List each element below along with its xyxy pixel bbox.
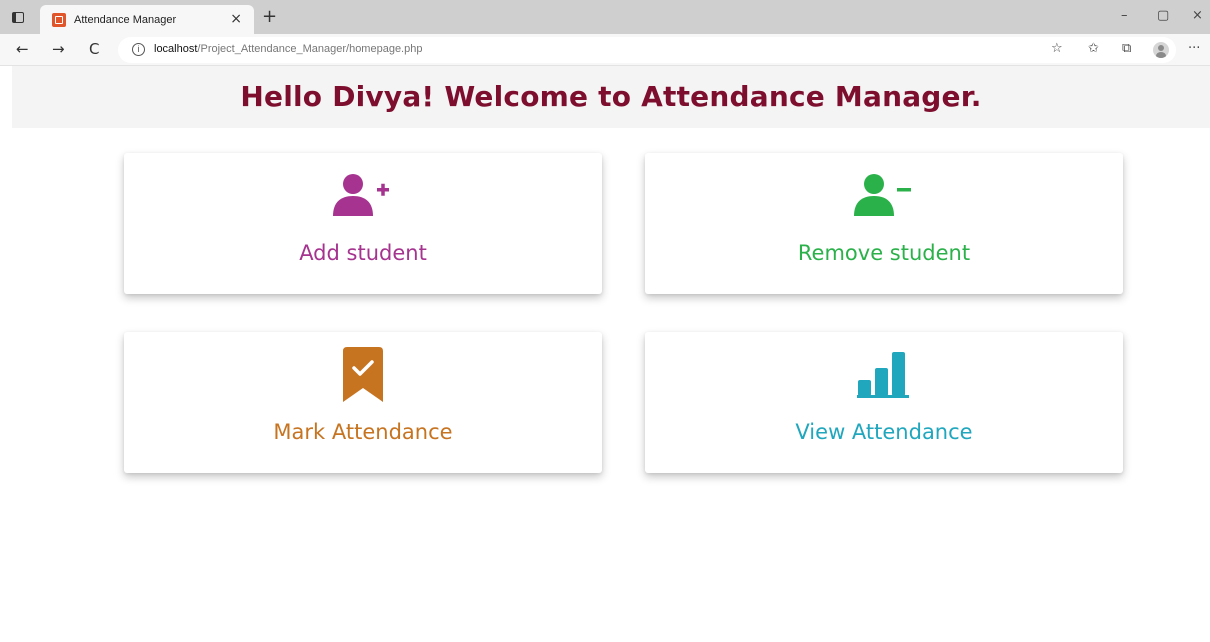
- window-minimize-button[interactable]: –: [1121, 8, 1128, 23]
- window-close-button[interactable]: ×: [1192, 8, 1203, 23]
- browser-tab[interactable]: Attendance Manager ×: [40, 5, 254, 34]
- window-maximize-button[interactable]: ▢: [1157, 8, 1169, 23]
- browser-tab-strip: Attendance Manager × + – ▢ ×: [0, 0, 1210, 34]
- remove-user-icon: [645, 167, 1123, 225]
- sidebar-icon: [12, 11, 24, 23]
- page-header: Hello Divya! Welcome to Attendance Manag…: [12, 66, 1210, 128]
- browser-toolbar: ← → C i localhost/Project_Attendance_Man…: [0, 34, 1210, 66]
- profile-avatar-icon[interactable]: [1153, 42, 1169, 58]
- sidebar-toggle-button[interactable]: [8, 8, 28, 26]
- add-favorite-icon[interactable]: ☆: [1051, 41, 1063, 56]
- url-path: /Project_Attendance_Manager/homepage.php: [197, 43, 423, 55]
- collections-icon[interactable]: ⧉: [1122, 41, 1131, 56]
- mark-attendance-card[interactable]: Mark Attendance: [124, 332, 602, 473]
- remove-student-label: Remove student: [797, 241, 971, 265]
- favicon-icon: [52, 12, 66, 27]
- view-attendance-label: View Attendance: [795, 420, 973, 444]
- new-tab-button[interactable]: +: [262, 6, 277, 27]
- address-bar[interactable]: i localhost/Project_Attendance_Manager/h…: [118, 37, 1176, 63]
- tab-close-icon[interactable]: ×: [230, 11, 242, 27]
- add-user-icon: [124, 167, 602, 225]
- more-options-icon[interactable]: ···: [1188, 41, 1200, 56]
- tab-title: Attendance Manager: [74, 13, 177, 26]
- remove-student-card[interactable]: Remove student: [645, 153, 1123, 294]
- back-button[interactable]: ←: [16, 40, 29, 58]
- mark-attendance-label: Mark Attendance: [273, 420, 453, 444]
- site-info-icon[interactable]: i: [132, 43, 145, 56]
- favorites-icon[interactable]: ✩: [1088, 41, 1099, 56]
- url-host: localhost: [154, 43, 198, 55]
- add-student-card[interactable]: Add student: [124, 153, 602, 294]
- reload-button[interactable]: C: [89, 40, 99, 58]
- forward-button[interactable]: →: [52, 40, 65, 58]
- bar-chart-icon: [645, 346, 1123, 404]
- bookmark-check-icon: [124, 346, 602, 404]
- url-text: localhost/Project_Attendance_Manager/hom…: [154, 43, 422, 55]
- page-title: Hello Divya! Welcome to Attendance Manag…: [240, 80, 982, 113]
- add-student-label: Add student: [299, 241, 427, 265]
- view-attendance-card[interactable]: View Attendance: [645, 332, 1123, 473]
